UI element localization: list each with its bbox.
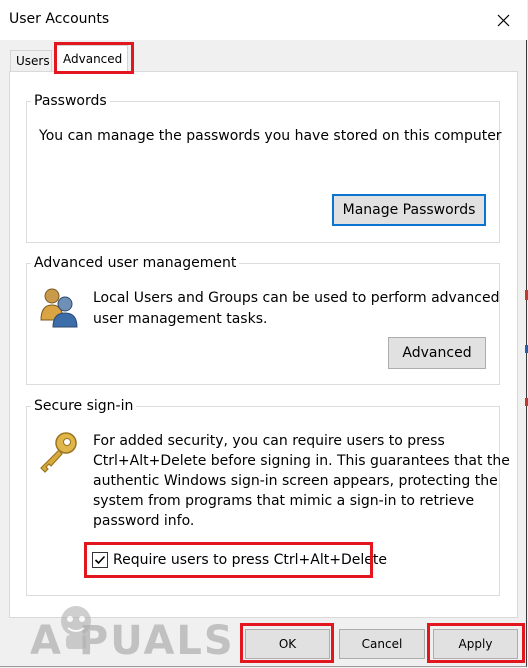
advanced-button[interactable]: Advanced (388, 337, 486, 369)
checkmark-icon (94, 555, 106, 565)
cancel-button[interactable]: Cancel (339, 629, 425, 659)
checkbox-label: Require users to press Ctrl+Alt+Delete (113, 552, 387, 568)
advanced-user-management-line1: Local Users and Groups can be used to pe… (93, 290, 500, 306)
key-icon (40, 432, 77, 473)
passwords-description: You can manage the passwords you have st… (39, 128, 502, 144)
advanced-user-management-line2: user management tasks. (93, 311, 268, 327)
manage-passwords-button[interactable]: Manage Passwords (332, 194, 486, 226)
secure-signin-line1: For added security, you can require user… (93, 433, 445, 449)
mascot-icon (61, 606, 91, 649)
close-button[interactable] (486, 4, 522, 36)
secure-signin-line4: system from programs that mimic a sign-i… (93, 493, 475, 509)
title-bar: User Accounts (0, 0, 527, 40)
secure-signin-line3: authentic Windows sign-in screen appears… (93, 473, 498, 489)
secure-signin-line5: password info. (93, 513, 195, 529)
ok-button[interactable]: OK (245, 629, 330, 659)
apply-button[interactable]: Apply (433, 629, 518, 659)
user-accounts-dialog: User Accounts Users Advanced Passwords Y… (0, 0, 527, 667)
secure-signin-line2: Ctrl+Alt+Delete before signing in. This … (93, 453, 510, 469)
tab-advanced[interactable]: Advanced (56, 45, 128, 72)
tab-users[interactable]: Users (10, 50, 52, 71)
passwords-heading: Passwords (31, 93, 110, 109)
advanced-user-management-heading: Advanced user management (31, 255, 240, 271)
users-group-icon (40, 288, 78, 328)
secure-signin-heading: Secure sign-in (31, 398, 137, 414)
window-title: User Accounts (9, 11, 110, 27)
close-icon (497, 14, 510, 27)
checkbox-box[interactable] (92, 552, 108, 568)
